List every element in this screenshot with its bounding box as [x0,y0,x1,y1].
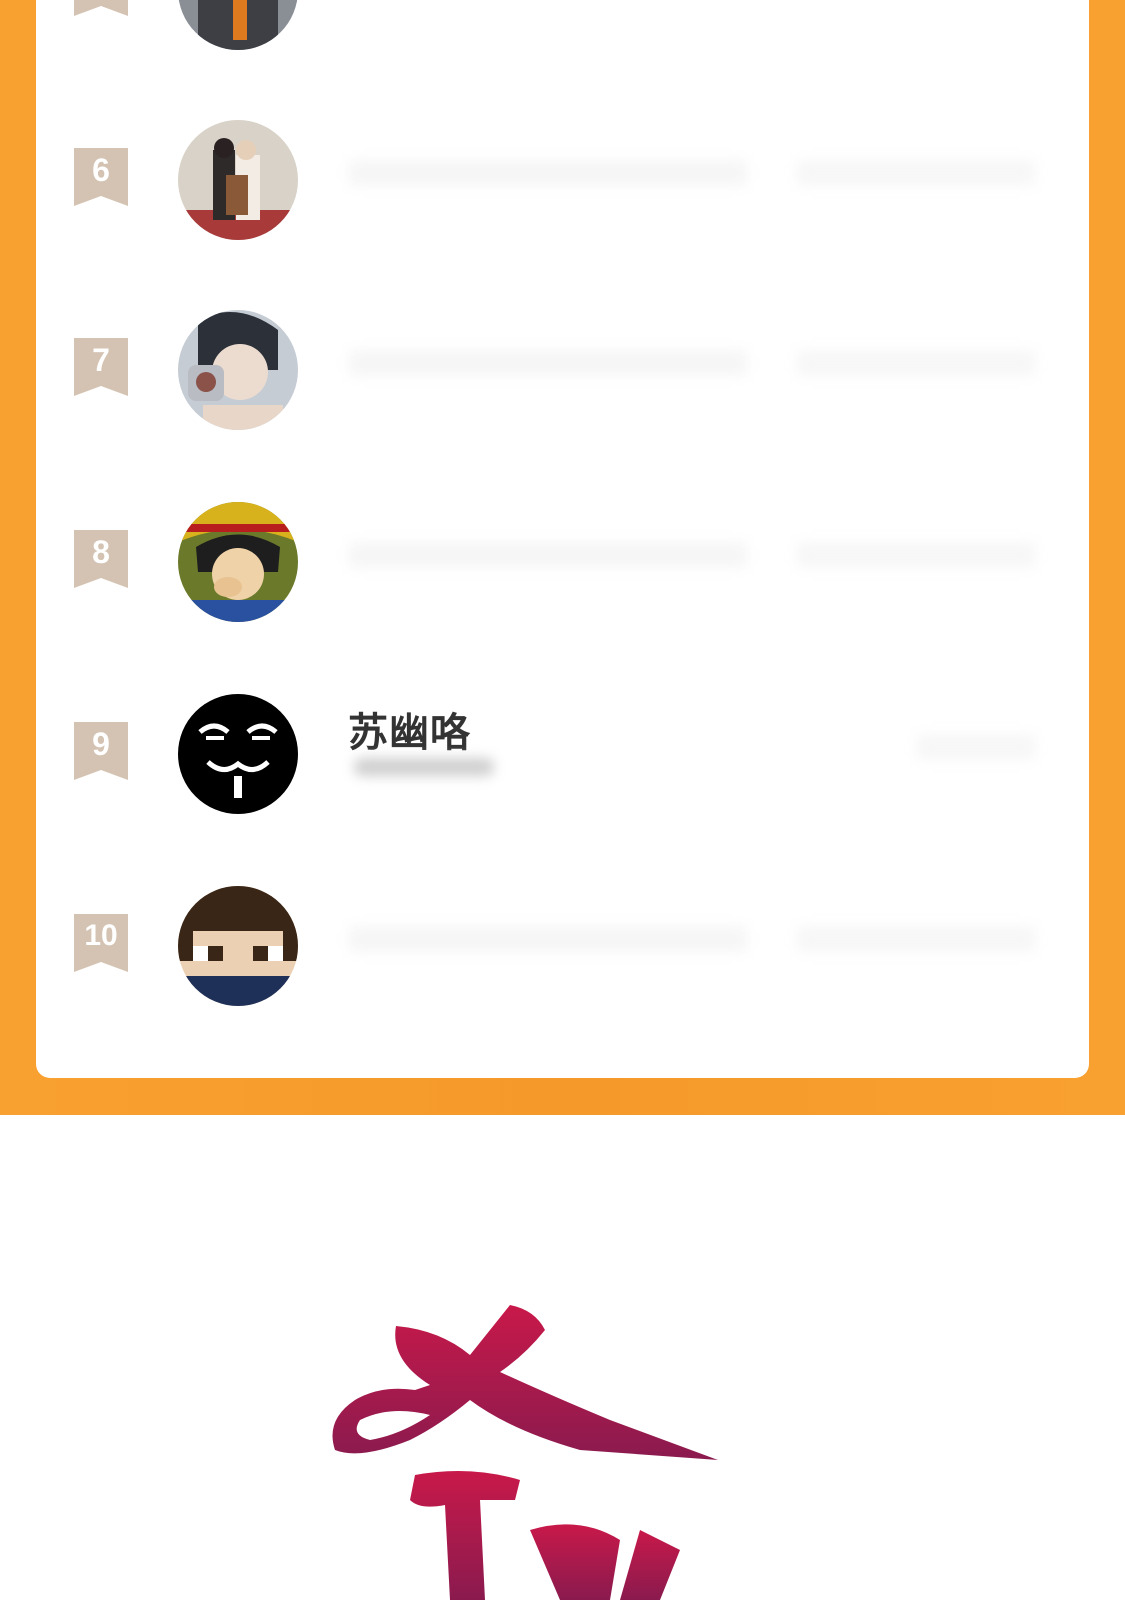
leaderboard-row[interactable]: 7 [36,302,1089,442]
name-blurred [348,926,748,952]
user-name: 苏幽咯 [348,710,471,756]
avatar[interactable] [178,120,298,240]
rank-number: 7 [92,342,110,378]
name-blurred [348,350,748,376]
rank-badge-icon: 8 [74,530,128,588]
calligraphy-logo [320,1300,740,1600]
score-blurred [796,542,1036,568]
avatar[interactable] [178,0,298,50]
subtext-blurred [354,758,494,776]
rank-number: 9 [92,726,110,762]
leaderboard-card: 6 7 8 9 苏幽咯 10 [36,0,1089,1078]
avatar[interactable] [178,886,298,1006]
score-blurred [796,350,1036,376]
rank-badge-icon [74,0,128,16]
name-blurred [348,160,748,186]
leaderboard-row[interactable]: 9 苏幽咯 [36,686,1089,826]
leaderboard-row[interactable]: 8 [36,494,1089,634]
rank-badge-icon: 6 [74,148,128,206]
avatar[interactable] [178,694,298,814]
rank-badge-icon: 7 [74,338,128,396]
score-blurred [796,926,1036,952]
rank-number: 6 [92,152,110,188]
leaderboard-row-partial[interactable] [36,0,1089,70]
avatar[interactable] [178,502,298,622]
avatar[interactable] [178,310,298,430]
rank-badge-icon: 10 [74,914,128,972]
name-blurred [348,542,748,568]
rank-number: 8 [92,534,110,570]
score-blurred [796,160,1036,186]
score-blurred [916,734,1036,760]
leaderboard-row[interactable]: 10 [36,878,1089,1018]
rank-badge-icon: 9 [74,722,128,780]
leaderboard-row[interactable]: 6 [36,110,1089,250]
rank-number: 10 [84,919,118,952]
